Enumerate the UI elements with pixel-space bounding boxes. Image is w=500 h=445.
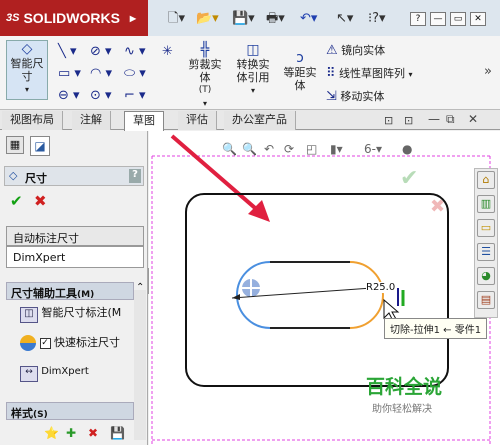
outer-profile bbox=[185, 193, 449, 387]
annotation-arrow bbox=[170, 134, 264, 216]
file-explorer-icon[interactable]: ☰ bbox=[477, 243, 495, 261]
tooltip-text: 切除-拉伸1 ← 零件1 bbox=[390, 325, 482, 336]
home-icon[interactable]: ⌂ bbox=[477, 171, 495, 189]
radius-dimension-label[interactable]: R25.0 bbox=[366, 282, 396, 293]
folder-icon[interactable]: ▭ bbox=[477, 219, 495, 237]
selection-tooltip: 切除-拉伸1 ← 零件1 bbox=[384, 318, 488, 339]
slot-right-arc bbox=[349, 261, 384, 329]
resources-icon[interactable]: ▥ bbox=[477, 195, 495, 213]
custom-properties-icon[interactable]: ▤ bbox=[477, 291, 495, 309]
watermark-title: 百科全说 bbox=[366, 376, 443, 398]
appearances-icon[interactable]: ◕ bbox=[477, 267, 495, 285]
cancel-corner-icon[interactable]: ✖ bbox=[430, 196, 445, 217]
watermark-subtitle: 助你轻松解决 bbox=[372, 404, 432, 415]
confirm-corner-icon[interactable]: ✔ bbox=[400, 166, 418, 191]
task-pane-toolbar: ⌂ ▥ ▭ ☰ ◕ ▤ bbox=[474, 168, 498, 318]
